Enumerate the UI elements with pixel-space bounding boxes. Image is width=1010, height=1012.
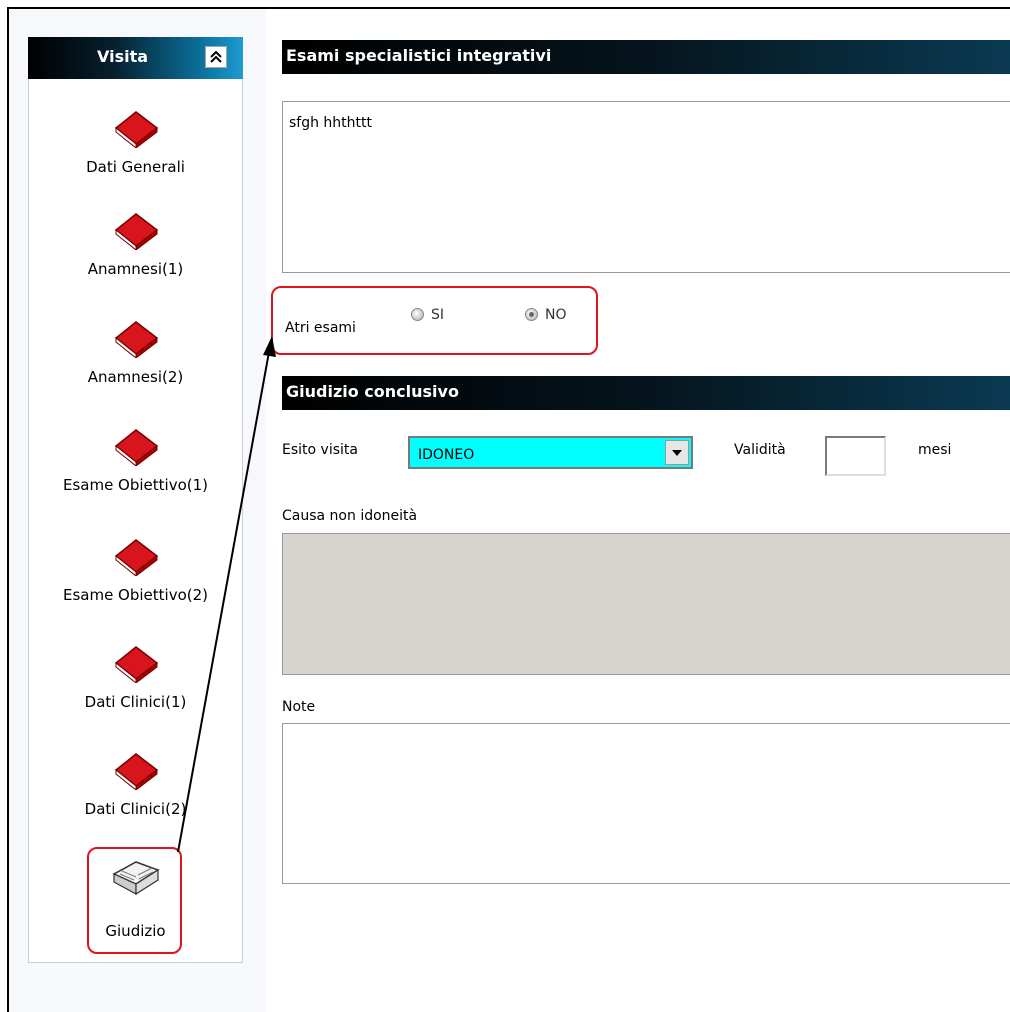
sidebar-item-label: Dati Generali xyxy=(86,158,185,176)
mesi-label: mesi xyxy=(918,442,952,458)
sidebar-item-dati-clinici-1[interactable]: Dati Clinici(1) xyxy=(28,643,243,711)
sidebar-item-label: Dati Clinici(2) xyxy=(84,800,187,818)
sidebar-item-anamnesi-2[interactable]: Anamnesi(2) xyxy=(28,318,243,386)
collapse-button[interactable] xyxy=(205,46,227,68)
double-chevron-up-icon xyxy=(210,50,222,63)
validita-input[interactable] xyxy=(825,436,886,476)
red-book-icon xyxy=(114,539,158,576)
esito-visita-select[interactable]: IDONEO xyxy=(408,436,693,469)
red-book-icon xyxy=(114,429,158,466)
sidebar-item-label: Dati Clinici(1) xyxy=(84,693,187,711)
red-book-icon xyxy=(114,321,158,358)
sidebar-item-label: Anamnesi(2) xyxy=(87,368,184,386)
dropdown-button[interactable] xyxy=(665,440,689,465)
sidebar-item-esame-obiettivo-2[interactable]: Esame Obiettivo(2) xyxy=(28,536,243,604)
sidebar-item-label: Esame Obiettivo(1) xyxy=(62,476,209,494)
red-book-icon xyxy=(114,213,158,250)
esito-visita-value: IDONEO xyxy=(418,447,475,463)
sidebar-item-label: Anamnesi(1) xyxy=(87,260,184,278)
highlight-box-giudizio xyxy=(87,847,182,954)
sidebar-item-esame-obiettivo-1[interactable]: Esame Obiettivo(1) xyxy=(28,426,243,494)
section-header-esami: Esami specialistici integrativi xyxy=(282,40,1010,74)
note-textarea[interactable] xyxy=(282,723,1010,884)
sidebar-item-dati-clinici-2[interactable]: Dati Clinici(2) xyxy=(28,750,243,818)
sidebar-item-anamnesi-1[interactable]: Anamnesi(1) xyxy=(28,210,243,278)
chevron-down-icon xyxy=(672,450,682,456)
red-book-icon xyxy=(114,646,158,683)
sidebar-title: Visita xyxy=(97,47,149,66)
sidebar-item-label: Esame Obiettivo(2) xyxy=(62,586,209,604)
esami-textarea[interactable]: sfgh hhthttt xyxy=(282,101,1010,273)
note-label: Note xyxy=(282,699,316,715)
section-header-giudizio: Giudizio conclusivo xyxy=(282,376,1010,410)
causa-non-idoneita-textarea xyxy=(282,533,1010,675)
sidebar-item-dati-generali[interactable]: Dati Generali xyxy=(28,108,243,176)
validita-label: Validità xyxy=(734,442,786,458)
causa-non-idoneita-label: Causa non idoneità xyxy=(282,508,418,524)
red-book-icon xyxy=(114,753,158,790)
red-book-icon xyxy=(114,111,158,148)
esito-visita-label: Esito visita xyxy=(282,442,358,458)
highlight-box-altri-esami xyxy=(271,286,598,355)
